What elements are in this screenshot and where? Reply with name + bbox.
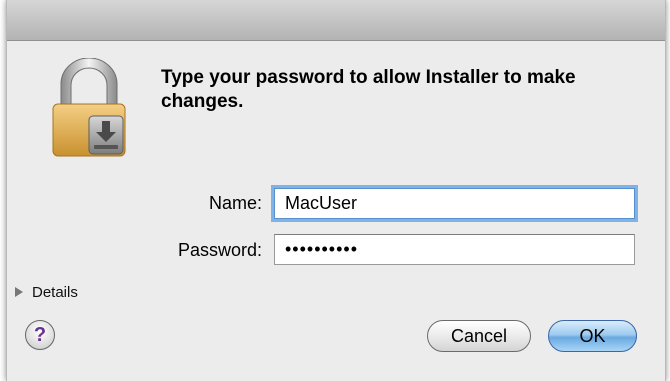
name-input[interactable] [274, 188, 635, 219]
password-input[interactable] [274, 234, 635, 265]
cancel-button[interactable]: Cancel [427, 320, 531, 352]
password-label: Password: [177, 240, 262, 260]
details-label: Details [32, 283, 78, 301]
name-label: Name: [208, 193, 262, 213]
details-toggle[interactable]: Details [15, 282, 78, 302]
help-button[interactable]: ? [25, 320, 55, 350]
disclosure-triangle-icon [15, 287, 23, 297]
auth-dialog: Type your password to allow Installer to… [6, 0, 666, 381]
title-bar[interactable] [7, 0, 665, 41]
question-mark-icon: ? [33, 324, 47, 346]
auth-prompt: Type your password to allow Installer to… [161, 67, 576, 112]
lock-icon [52, 58, 126, 157]
ok-button[interactable]: OK [548, 320, 637, 352]
